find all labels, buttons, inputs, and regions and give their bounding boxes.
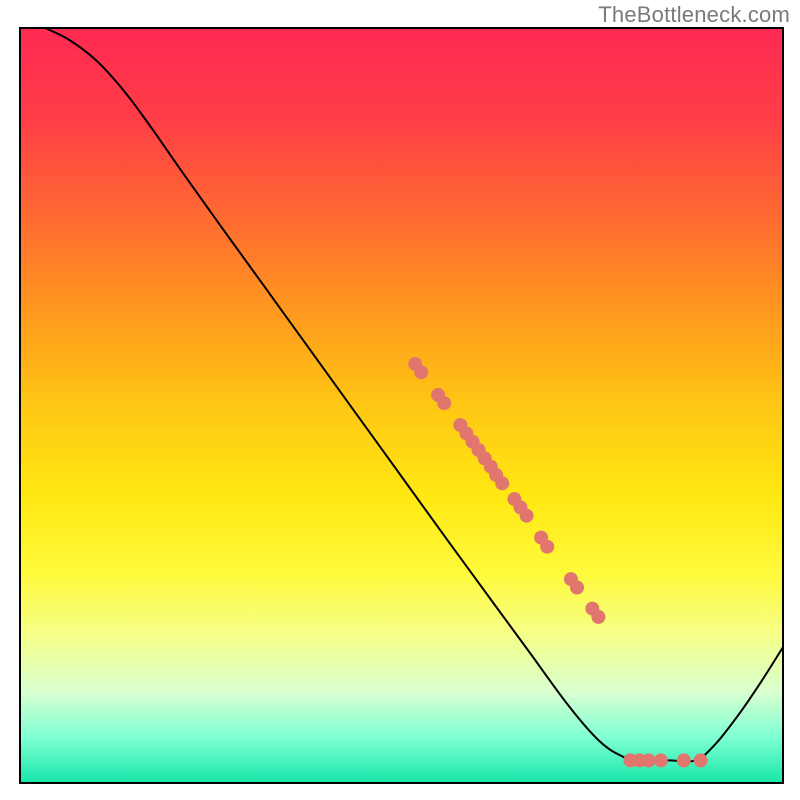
scatter-dot xyxy=(694,753,708,767)
scatter-dot xyxy=(642,753,656,767)
scatter-dot xyxy=(654,753,668,767)
scatter-dot xyxy=(495,476,509,490)
scatter-dot xyxy=(414,365,428,379)
watermark-text: TheBottleneck.com xyxy=(598,2,790,28)
chart-stage: TheBottleneck.com xyxy=(0,0,800,800)
chart-svg xyxy=(0,0,800,800)
scatter-dot xyxy=(437,396,451,410)
scatter-dot xyxy=(570,581,584,595)
scatter-dot xyxy=(520,509,534,523)
scatter-dot xyxy=(677,753,691,767)
scatter-dot xyxy=(540,540,554,554)
scatter-dot xyxy=(591,610,605,624)
gradient-background xyxy=(20,28,783,783)
